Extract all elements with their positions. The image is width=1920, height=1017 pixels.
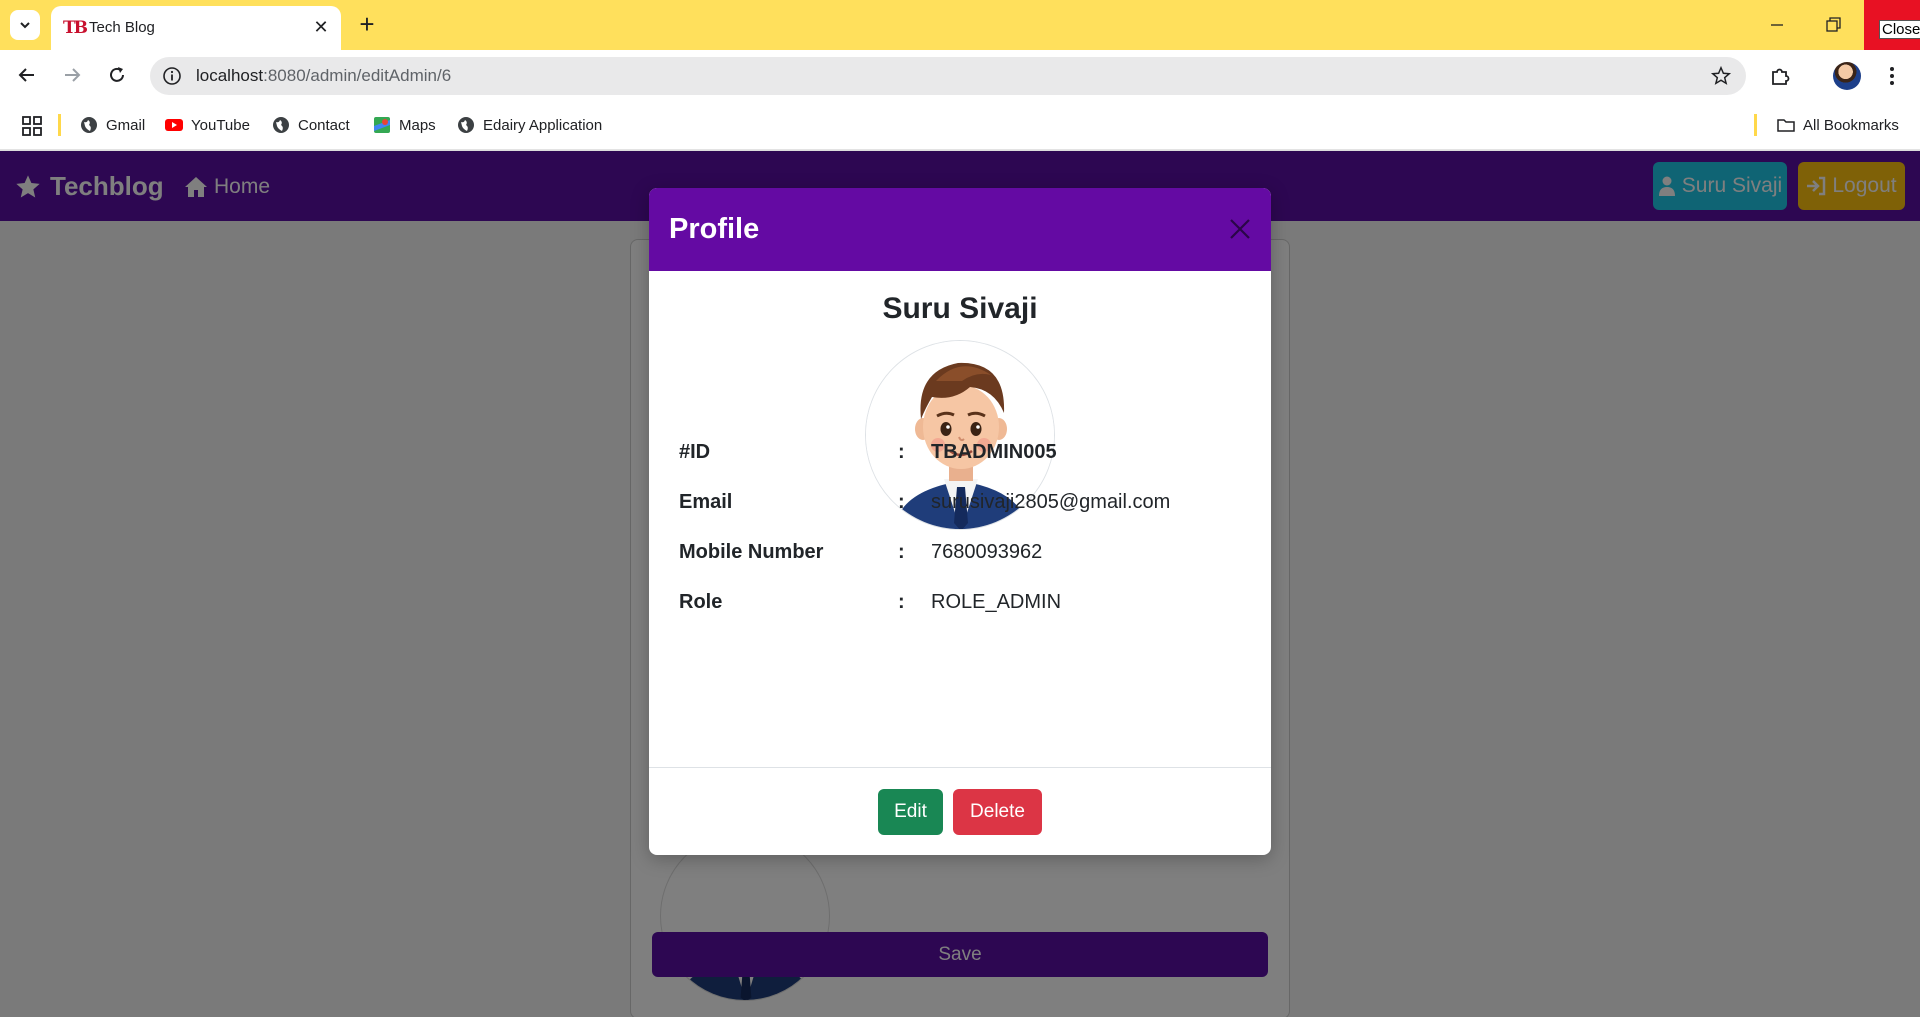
bookmark-edairy[interactable]: Edairy Application — [457, 114, 602, 136]
extensions-icon[interactable] — [1768, 64, 1792, 88]
site-info-icon[interactable] — [162, 66, 182, 86]
profile-name: Suru Sivaji — [882, 292, 1038, 325]
tab-favicon-icon: TB — [63, 18, 88, 38]
apps-grid-icon[interactable] — [22, 116, 42, 136]
bookmark-youtube[interactable]: YouTube — [165, 114, 250, 136]
profile-modal: Profile Suru Sivaji #ID: TBADMIN005 Ema… — [649, 188, 1271, 855]
url-host: localhost — [196, 66, 264, 85]
maps-icon — [374, 117, 390, 133]
bookmark-label: Gmail — [106, 116, 146, 134]
back-button[interactable] — [10, 60, 44, 90]
separator: : — [898, 441, 905, 463]
email-label: Email — [679, 491, 733, 513]
globe-icon — [273, 117, 289, 133]
modal-footer-divider — [649, 767, 1271, 768]
globe-icon — [458, 117, 474, 133]
browser-toolbar: localhost:8080/admin/editAdmin/6 — [0, 50, 1920, 100]
url-text[interactable]: localhost:8080/admin/editAdmin/6 — [196, 66, 451, 86]
youtube-icon — [165, 119, 183, 131]
bookmarks-separator — [58, 114, 61, 136]
info-row-mobile: Mobile Number : 7680093962 — [679, 541, 1259, 571]
chevron-down-icon — [20, 22, 30, 29]
role-label: Role — [679, 591, 723, 613]
bookmark-label: Contact — [298, 116, 350, 134]
close-icon[interactable] — [1227, 216, 1253, 242]
id-label: #ID — [679, 441, 711, 463]
delete-button[interactable]: Delete — [953, 789, 1042, 835]
info-row-id: #ID : TBADMIN005 — [679, 441, 1259, 471]
profile-avatar-icon[interactable] — [1833, 62, 1861, 90]
reload-icon — [110, 67, 124, 82]
bookmark-label: Maps — [399, 116, 436, 134]
separator: : — [898, 491, 905, 513]
modal-title: Profile — [669, 213, 760, 245]
address-bar[interactable]: localhost:8080/admin/editAdmin/6 — [150, 57, 1746, 95]
tab-title: Tech Blog — [89, 19, 155, 36]
mobile-label: Mobile Number — [679, 541, 824, 563]
email-value: surusivaji2805@gmail.com — [931, 491, 1171, 513]
folder-icon — [1777, 119, 1795, 132]
info-row-email: Email : surusivaji2805@gmail.com — [679, 491, 1259, 521]
new-tab-button[interactable]: + — [352, 10, 382, 40]
bookmark-maps[interactable]: Maps — [373, 114, 436, 136]
all-bookmarks[interactable]: All Bookmarks — [1777, 114, 1899, 136]
all-bookmarks-label: All Bookmarks — [1803, 116, 1899, 134]
separator: : — [898, 591, 905, 613]
separator: : — [898, 541, 905, 563]
arrow-right-icon — [65, 68, 81, 82]
bookmark-contact[interactable]: Contact — [272, 114, 350, 136]
reload-button[interactable] — [100, 60, 134, 90]
forward-button[interactable] — [55, 60, 89, 90]
bookmarks-separator — [1754, 114, 1757, 136]
close-tooltip: Close — [1879, 20, 1920, 39]
more-menu-icon[interactable] — [1882, 64, 1902, 88]
minimize-icon[interactable] — [1762, 10, 1792, 40]
arrow-left-icon — [18, 68, 34, 82]
restore-icon[interactable] — [1818, 10, 1848, 40]
globe-icon — [81, 117, 97, 133]
bookmarks-bar: Gmail YouTube Contact Maps Edairy Applic… — [0, 100, 1920, 150]
mobile-value: 7680093962 — [931, 541, 1043, 563]
edit-button[interactable]: Edit — [878, 789, 943, 835]
browser-tab[interactable]: TB Tech Blog ✕ — [51, 6, 341, 50]
id-value: TBADMIN005 — [931, 441, 1057, 463]
bookmark-label: YouTube — [191, 116, 250, 134]
bookmark-label: Edairy Application — [483, 116, 603, 134]
tab-close-icon[interactable]: ✕ — [311, 17, 331, 37]
browser-tab-bar: TB Tech Blog ✕ + Close — [0, 0, 1920, 50]
bookmark-star-icon[interactable] — [1710, 65, 1732, 87]
bookmark-gmail[interactable]: Gmail — [80, 114, 145, 136]
url-path: :8080/admin/editAdmin/6 — [263, 66, 452, 85]
tab-search-button[interactable] — [10, 10, 40, 40]
modal-header: Profile — [649, 188, 1271, 271]
info-row-role: Role : ROLE_ADMIN — [679, 591, 1259, 621]
role-value: ROLE_ADMIN — [931, 591, 1062, 613]
